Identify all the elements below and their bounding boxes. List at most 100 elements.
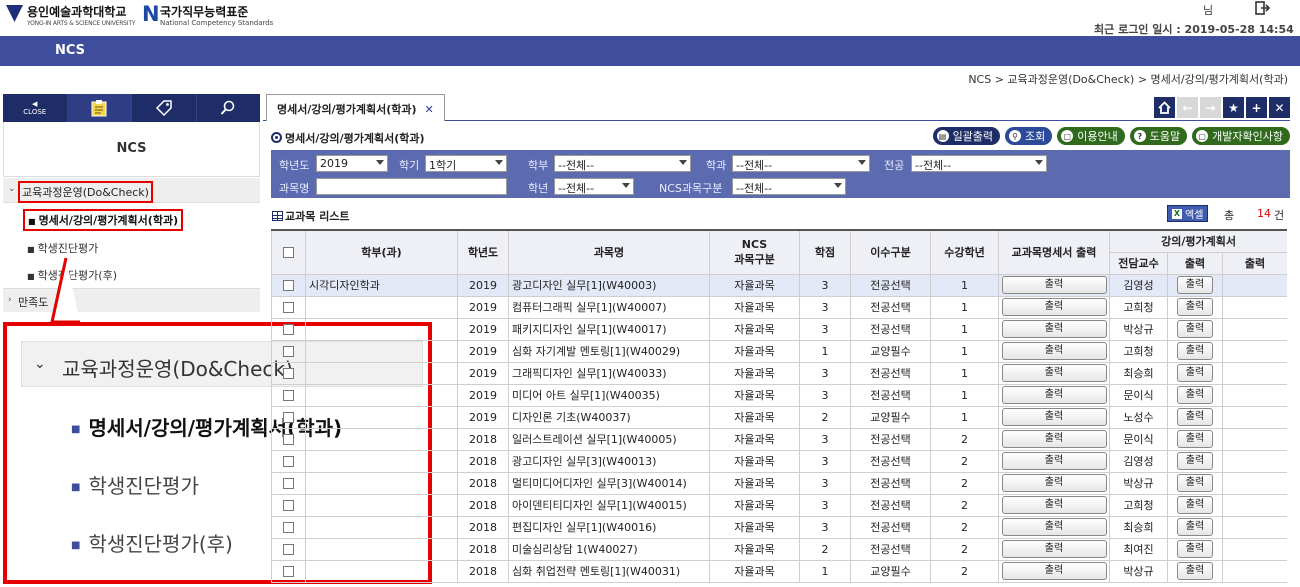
table-row[interactable]: 2018 심화 취업전략 멘토링[1](W40031) 자율과목 1 교양필수 2 출력 박상… [271,559,1287,583]
plan-print-button[interactable]: 출력 [1177,540,1213,558]
table-row[interactable]: 2019 그래픽디자인 실무[1](W40033) 자율과목 3 전공선택 1 출력 최승희 출… [271,361,1287,385]
spec-print-button[interactable]: 출력 [1001,562,1107,580]
plan-print-button[interactable]: 출력 [1177,474,1213,492]
major-select[interactable]: --전체-- [732,155,870,172]
spec-print-button[interactable]: 출력 [1001,320,1107,338]
spec-print-button[interactable]: 출력 [1001,386,1107,404]
row-checkbox[interactable] [283,544,294,555]
sidebar-item-spec-plan[interactable]: ■ 명세서/강의/평가계획서(학과) [23,209,184,231]
sidebar-item-diagnosis[interactable]: ■ 학생진단평가 [27,240,98,256]
table-row[interactable]: 2018 아이덴티티디자인 실무[1](W40015) 자율과목 3 전공선택 2 출력 고희… [271,493,1287,517]
row-checkbox-cell[interactable] [271,317,306,341]
add-tab-button[interactable]: + [1246,97,1267,118]
table-row[interactable]: 2019 심화 자기계발 멘토링[1](W40029) 자율과목 1 교양필수 1 출력 고희… [271,339,1287,363]
row-checkbox-cell[interactable] [271,383,306,407]
plan-print-button[interactable]: 출력 [1177,408,1213,426]
row-checkbox[interactable] [283,346,294,357]
row-checkbox-cell[interactable] [271,515,306,539]
table-row[interactable]: 시각디자인학과 2019 광고디자인 실무[1](W40003) 자율과목 3 전공선택 1… [271,273,1287,297]
row-checkbox[interactable] [283,500,294,511]
plan-print-button[interactable]: 출력 [1177,320,1213,338]
row-checkbox[interactable] [283,412,294,423]
course-name-input[interactable] [316,178,507,195]
row-checkbox[interactable] [283,280,294,291]
home-button[interactable] [1154,97,1175,118]
spec-print-button[interactable]: 출력 [1001,342,1107,360]
year-select[interactable]: 2019 [316,155,388,172]
row-checkbox[interactable] [283,522,294,533]
spec-print-button[interactable]: 출력 [1001,518,1107,536]
spec-print-button[interactable]: 출력 [1001,474,1107,492]
spec-print-button[interactable]: 출력 [1001,452,1107,470]
select-all-checkbox[interactable] [283,247,294,259]
sidebar-item-diagnosis-after[interactable]: ■ 학생진단평가(후) [27,267,117,283]
plan-print-button[interactable]: 출력 [1177,496,1213,514]
grade-select[interactable]: --전체-- [554,178,634,195]
spec-print-button[interactable]: 출력 [1001,540,1107,558]
next-tab-button[interactable]: → [1200,97,1221,118]
row-checkbox-cell[interactable] [271,449,306,473]
table-row[interactable]: 2019 미디어 아트 실무[1](W40035) 자율과목 3 전공선택 1 출력 문이식 출… [271,383,1287,407]
plan-print-button[interactable]: 출력 [1177,298,1213,316]
table-row[interactable]: 2019 패키지디자인 실무[1](W40017) 자율과목 3 전공선택 1 출력 박상규 출… [271,317,1287,341]
term-select[interactable]: 1학기 [425,155,507,172]
plan-print-button[interactable]: 출력 [1177,430,1213,448]
dept-select[interactable]: --전체-- [554,155,691,172]
table-row[interactable]: 2018 광고디자인 실무[3](W40013) 자율과목 3 전공선택 2 출력 김영성 출력 [271,449,1287,473]
plan-print-button[interactable]: 출력 [1177,452,1213,470]
logout-icon[interactable] [1254,0,1271,16]
plan-print-button[interactable]: 출력 [1177,562,1213,580]
tag-tab-button[interactable] [132,94,197,122]
row-checkbox[interactable] [283,324,294,335]
plan-print-button[interactable]: 출력 [1177,276,1213,294]
clipboard-tab-button[interactable] [67,94,132,122]
row-checkbox[interactable] [283,478,294,489]
table-row[interactable]: 2018 멀티미디어디자인 실무[3](W40014) 자율과목 3 전공선택 2 출력 박상… [271,471,1287,495]
spec-print-button[interactable]: 출력 [1001,298,1107,316]
table-row[interactable]: 2019 디자인론 기초(W40037) 자율과목 2 교양필수 1 출력 노성수 출력 [271,405,1287,429]
ncs-logo[interactable]: N 국가직무능력표준 National Competency Standards [142,3,273,30]
row-checkbox-cell[interactable] [271,361,306,385]
row-checkbox-cell[interactable] [271,405,306,429]
plan-print-button[interactable]: 출력 [1177,518,1213,536]
plan-print-button[interactable]: 출력 [1177,342,1213,360]
row-checkbox-cell[interactable] [271,339,306,363]
tab-spec-plan[interactable]: 명세서/강의/평가계획서(학과) ✕ [266,94,445,121]
close-icon[interactable]: ✕ [425,103,434,116]
row-checkbox[interactable] [283,566,294,577]
spec-print-button[interactable]: 출력 [1001,364,1107,382]
spec-print-button[interactable]: 출력 [1001,430,1107,448]
row-checkbox-cell[interactable] [271,427,306,451]
search-button[interactable]: ⚲ 조회 [1005,127,1053,145]
row-checkbox-cell[interactable] [271,537,306,561]
university-logo[interactable]: 용인예술과학대학교 YONG-IN ARTS & SCIENCE UNIVERS… [6,3,140,30]
favorite-button[interactable]: ★ [1223,97,1244,118]
track-select[interactable]: --전체-- [911,155,1047,172]
row-checkbox[interactable] [283,368,294,379]
search-tab-button[interactable] [197,94,261,122]
dev-notes-button[interactable]: ▢ 개발자확인사항 [1192,127,1290,145]
row-checkbox-cell[interactable] [271,471,306,495]
spec-print-button[interactable]: 출력 [1001,496,1107,514]
sidebar-close-button[interactable]: ◀ CLOSE [3,94,68,122]
row-checkbox-cell[interactable] [271,493,306,517]
guide-button[interactable]: ▢ 이용안내 [1057,127,1125,145]
row-checkbox-cell[interactable] [271,559,306,583]
bulk-print-button[interactable]: ▤ 일괄출력 [932,127,1001,145]
ncs-type-select[interactable]: --전체-- [732,178,846,195]
close-all-button[interactable]: ✕ [1269,97,1290,118]
help-button[interactable]: ? 도움말 [1129,127,1188,145]
row-checkbox[interactable] [283,456,294,467]
table-row[interactable]: 2018 미술심리상담 1(W40027) 자율과목 2 전공선택 2 출력 최여진 출력 [271,537,1287,561]
plan-print-button[interactable]: 출력 [1177,386,1213,404]
spec-print-button[interactable]: 출력 [1001,408,1107,426]
menu-category-curriculum[interactable]: ⌄ 교육과정운영(Do&Check) [3,178,260,203]
row-checkbox[interactable] [283,390,294,401]
table-row[interactable]: 2018 일러스트레이션 실무[1](W40005) 자율과목 3 전공선택 2 출력 문이식… [271,427,1287,451]
row-checkbox[interactable] [283,434,294,445]
header-select-all[interactable] [271,229,306,275]
row-checkbox-cell[interactable] [271,295,306,319]
row-checkbox-cell[interactable] [271,273,306,297]
table-row[interactable]: 2019 컴퓨터그래픽 실무[1](W40007) 자율과목 3 전공선택 1 출력 고희청 출… [271,295,1287,319]
plan-print-button[interactable]: 출력 [1177,364,1213,382]
